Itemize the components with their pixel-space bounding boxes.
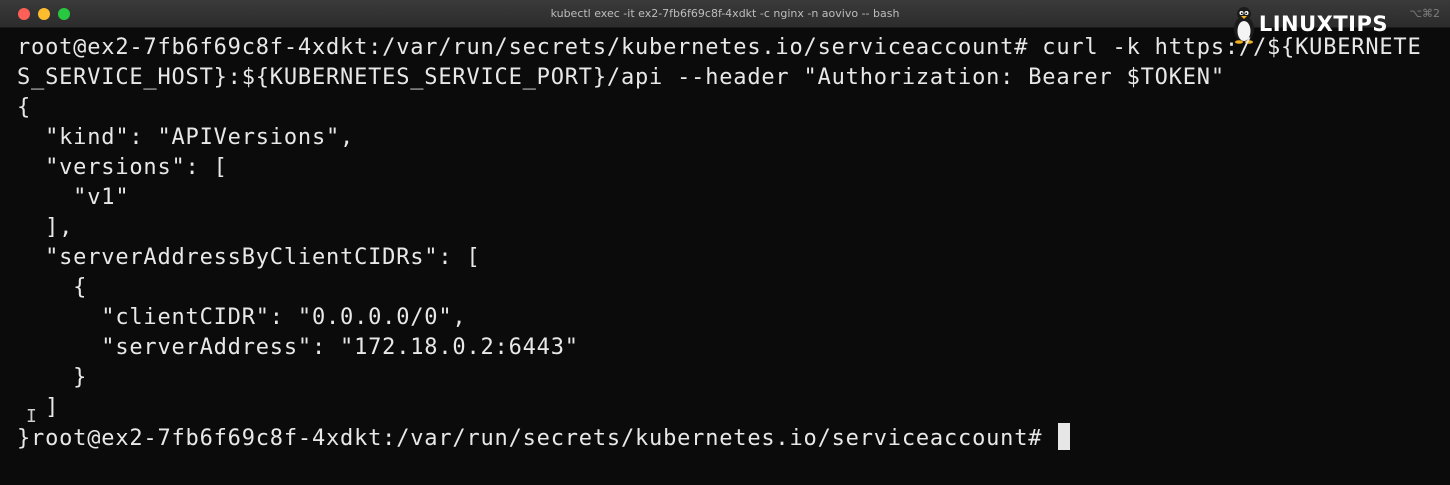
terminal-line: root@ex2-7fb6f69c8f-4xdkt:/var/run/secre… [17,35,1422,60]
terminal-window: kubectl exec -it ex2-7fb6f69c8f-4xdkt -c… [0,0,1450,485]
text-cursor [1058,423,1071,450]
terminal-line: "v1" [17,185,130,210]
terminal-line: S_SERVICE_HOST}:${KUBERNETES_SERVICE_POR… [17,65,1225,90]
terminal-line: { [17,95,32,120]
terminal-line: "serverAddress": "172.18.0.2:6443" [17,335,579,360]
tab-shortcut-label: ⌥⌘2 [1409,7,1440,20]
terminal-line: "clientCIDR": "0.0.0.0/0", [17,305,467,330]
terminal-line: ], [17,215,74,240]
terminal-output[interactable]: root@ex2-7fb6f69c8f-4xdkt:/var/run/secre… [17,33,1437,453]
terminal-line: "serverAddressByClientCIDRs": [ [17,245,481,270]
terminal-line: } [17,365,88,390]
terminal-line: "versions": [ [17,155,228,180]
terminal-line: "kind": "APIVersions", [17,125,355,150]
terminal-line: }root@ex2-7fb6f69c8f-4xdkt:/var/run/secr… [17,423,1437,453]
terminal-line: ] [17,395,60,420]
mouse-ibeam-icon: I [26,406,37,427]
terminal-line: { [17,275,88,300]
